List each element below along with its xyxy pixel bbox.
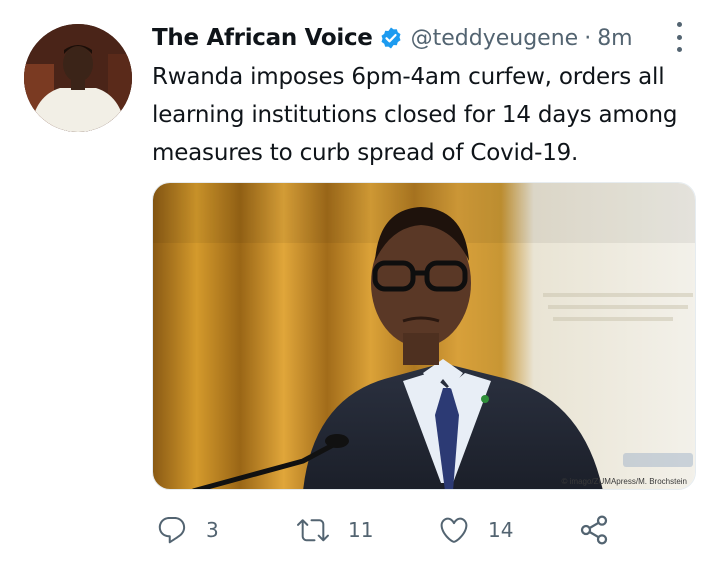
tweet-header: The African Voice @teddyeugene · 8m: [152, 18, 699, 58]
tweet-text: Rwanda imposes 6pm-4am curfew, orders al…: [152, 64, 678, 166]
photo-credit: © imago/ZUMApress/M. Brochstein: [561, 477, 687, 486]
separator-dot: ·: [584, 25, 592, 51]
reply-count: 3: [206, 518, 219, 542]
heart-icon: [438, 514, 470, 546]
reply-button[interactable]: 3: [156, 508, 219, 552]
display-name[interactable]: The African Voice: [152, 25, 373, 51]
like-button[interactable]: 14: [438, 508, 513, 552]
reply-icon: [156, 514, 188, 546]
retweet-icon: [296, 514, 330, 546]
more-options-icon[interactable]: [668, 22, 690, 52]
retweet-count: 11: [348, 518, 374, 542]
retweet-button[interactable]: 11: [296, 508, 373, 552]
tweet-media-image[interactable]: © imago/ZUMApress/M. Brochstein: [152, 182, 696, 490]
tweet-actions: 3 11 14: [152, 508, 622, 552]
timestamp[interactable]: 8m: [597, 26, 632, 51]
share-button[interactable]: [578, 508, 610, 552]
verified-badge-icon: [379, 26, 403, 50]
user-handle[interactable]: @teddyeugene: [411, 26, 579, 51]
avatar[interactable]: [24, 24, 132, 132]
share-icon: [578, 514, 610, 546]
like-count: 14: [488, 518, 514, 542]
